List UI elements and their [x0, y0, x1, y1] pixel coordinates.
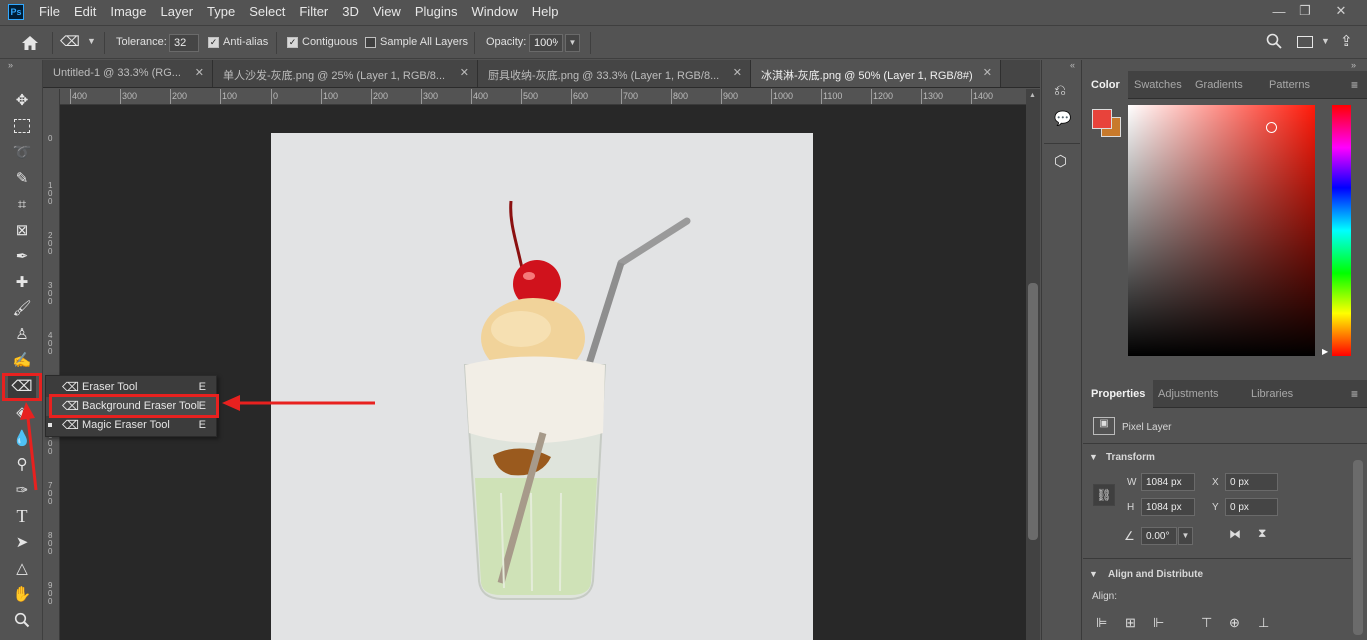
right-panels: » Color Swatches Gradients Patterns ≡ ▶ … [1083, 60, 1367, 640]
path-selection-tool-icon[interactable]: ➤ [8, 530, 36, 554]
tab-kitchen[interactable]: 厨具收纳-灰底.png @ 33.3% (Layer 1, RGB/8... ✕ [478, 60, 751, 87]
tab-label: 冰淇淋-灰底.png @ 50% (Layer 1, RGB/8#) [761, 70, 973, 82]
close-icon[interactable]: ✕ [983, 66, 992, 79]
ruler-label: 1200 [873, 91, 894, 101]
color-field[interactable] [1128, 105, 1315, 356]
angle-dropdown-icon[interactable]: ▼ [1178, 527, 1193, 545]
ruler-label: 500 [523, 91, 539, 101]
tab-color[interactable]: Color [1083, 71, 1128, 99]
comments-panel-icon[interactable]: 💬 [1054, 110, 1071, 127]
flip-horizontal-icon[interactable]: ⧓ [1229, 527, 1241, 541]
properties-scrollbar-thumb[interactable] [1353, 460, 1363, 635]
foreground-color-swatch[interactable] [1092, 109, 1112, 129]
w-label: W [1127, 477, 1137, 488]
hand-tool-icon[interactable]: ✋ [8, 582, 36, 606]
chevron-down-icon[interactable]: ▼ [1089, 452, 1098, 462]
align-section-title: Align and Distribute [1108, 569, 1203, 580]
panel-menu-icon[interactable]: ≡ [1351, 387, 1358, 401]
angle-icon: ∠ [1124, 529, 1135, 543]
close-icon[interactable]: ✕ [733, 66, 742, 79]
ruler-label: 1100 [823, 91, 843, 101]
hue-slider-handle-icon[interactable]: ▶ [1322, 347, 1328, 356]
y-input[interactable] [1225, 498, 1278, 516]
collapse-icon[interactable]: « [1070, 60, 1075, 70]
tab-libraries[interactable]: Libraries [1243, 380, 1301, 408]
workspace-chevron-icon[interactable]: ▼ [1321, 36, 1330, 46]
flip-vertical-icon[interactable]: ⧗ [1258, 526, 1266, 541]
x-input[interactable] [1225, 473, 1278, 491]
tab-gradients[interactable]: Gradients [1187, 71, 1251, 99]
hue-slider[interactable] [1332, 105, 1351, 356]
menu-help[interactable]: Help [525, 0, 566, 24]
h-label: H [1127, 502, 1135, 513]
ruler-label: 1000 [773, 91, 794, 101]
ruler-label: 800 [673, 91, 689, 101]
color-picker-cursor[interactable] [1266, 122, 1277, 133]
panel-menu-icon[interactable]: ≡ [1351, 78, 1358, 92]
pixel-layer-icon: ▣ [1093, 417, 1115, 435]
width-input[interactable] [1141, 473, 1195, 491]
align-top-icon[interactable]: ⊤ [1201, 615, 1212, 631]
properties-panel-tabs: Properties Adjustments Libraries ≡ [1083, 380, 1367, 408]
scroll-up-icon[interactable]: ▲ [1029, 92, 1036, 99]
annotation-arrows [20, 395, 375, 491]
align-middle-icon[interactable]: ⊕ [1229, 615, 1240, 631]
angle-input[interactable] [1141, 527, 1177, 545]
history-panel-icon[interactable]: ⎌ [1054, 82, 1066, 99]
align-center-icon[interactable]: ⊞ [1125, 615, 1136, 631]
x-label: X [1212, 477, 1219, 488]
sample-all-layers-label: Sample All Layers [380, 36, 469, 48]
ruler-label: 700 [623, 91, 639, 101]
ruler-label: 400 [473, 91, 489, 101]
align-bottom-icon[interactable]: ⊥ [1258, 615, 1269, 631]
y-label: Y [1212, 502, 1219, 513]
height-input[interactable] [1141, 498, 1195, 516]
search-icon[interactable] [1266, 33, 1284, 51]
close-icon[interactable]: ✕ [460, 66, 469, 79]
ruler-label: 600 [573, 91, 589, 101]
menu-window[interactable]: Window [464, 0, 524, 24]
opacity-label: Opacity: [486, 36, 527, 48]
tab-label: 厨具收纳-灰底.png @ 33.3% (Layer 1, RGB/8... [488, 70, 720, 82]
close-window-icon[interactable]: ✕ [1324, 0, 1358, 22]
collapse-panels-icon[interactable]: » [1351, 60, 1356, 70]
ruler-label: 1400 [973, 91, 994, 101]
type-tool-icon[interactable]: T [8, 504, 36, 528]
ruler-label: 1300 [923, 91, 944, 101]
tab-adjustments[interactable]: Adjustments [1150, 380, 1227, 408]
zoom-tool-icon[interactable] [8, 608, 36, 632]
align-left-icon[interactable]: ⊫ [1096, 615, 1107, 631]
ruler-label: 800 [48, 531, 53, 556]
workspace-icon[interactable] [1297, 36, 1313, 48]
panel-icon-strip: « ⎌ 💬 ⬡ [1041, 60, 1082, 640]
menu-plugins[interactable]: Plugins [408, 0, 465, 24]
ruler-label: 900 [48, 581, 53, 606]
3d-panel-icon[interactable]: ⬡ [1054, 152, 1067, 170]
color-panel-tabs: Color Swatches Gradients Patterns ≡ [1083, 71, 1367, 99]
align-right-icon[interactable]: ⊩ [1153, 615, 1164, 631]
scrollbar-thumb[interactable] [1028, 283, 1038, 540]
opacity-dropdown-icon[interactable]: ▼ [565, 34, 580, 52]
tab-ice-cream[interactable]: 冰淇淋-灰底.png @ 50% (Layer 1, RGB/8#) ✕ [751, 60, 1001, 87]
restore-icon[interactable]: ❐ [1288, 0, 1322, 22]
ruler-label: 300 [423, 91, 439, 101]
tab-swatches[interactable]: Swatches [1126, 71, 1190, 99]
shape-tool-icon[interactable]: △ [8, 556, 36, 580]
ruler-label: 900 [723, 91, 739, 101]
chevron-down-icon[interactable]: ▼ [1089, 569, 1098, 579]
share-icon[interactable]: ⇪ [1340, 32, 1358, 52]
opacity-input[interactable] [529, 34, 563, 52]
layer-type-label: Pixel Layer [1122, 422, 1172, 433]
tab-properties[interactable]: Properties [1083, 380, 1154, 408]
link-dimensions-icon[interactable]: ⛓ [1093, 484, 1115, 506]
transform-section-title: Transform [1106, 452, 1155, 463]
align-label: Align: [1092, 591, 1118, 602]
tab-patterns[interactable]: Patterns [1261, 71, 1318, 99]
